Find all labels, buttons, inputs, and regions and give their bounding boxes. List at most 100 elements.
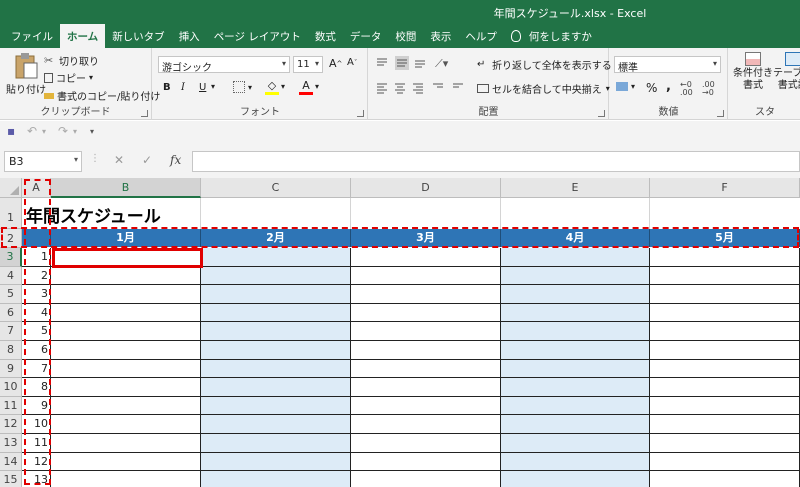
vertical-align-icons[interactable] — [375, 56, 435, 70]
cell-d8[interactable] — [351, 341, 501, 360]
enter-icon[interactable]: ✓ — [142, 153, 152, 167]
cell-d5[interactable] — [351, 285, 501, 304]
format-as-table-button[interactable]: テーブル 書式設 — [773, 52, 800, 92]
format-painter-button[interactable]: 書式のコピー/貼り付け — [44, 88, 160, 103]
cell-f12[interactable] — [650, 415, 800, 434]
column-header-b[interactable]: B — [51, 178, 201, 198]
comma-button[interactable]: , — [666, 79, 671, 94]
percent-button[interactable]: % — [646, 81, 657, 95]
cell-e7[interactable] — [501, 322, 650, 341]
insert-function-icon[interactable]: fx — [170, 153, 181, 167]
font-name-select[interactable]: 游ゴシック ▾ — [158, 56, 290, 74]
tab-new[interactable]: 新しいタブ — [105, 24, 172, 48]
increase-decimal-button[interactable]: ←0.00 — [680, 81, 693, 97]
cell-b4[interactable] — [51, 266, 201, 286]
selected-cell-b3[interactable] — [52, 248, 203, 268]
row-header-8[interactable]: 8 — [0, 341, 22, 360]
cell-c7[interactable] — [201, 322, 351, 341]
cell-c11[interactable] — [201, 396, 351, 416]
cell-b15[interactable] — [51, 471, 201, 487]
cell-f8[interactable] — [650, 341, 800, 360]
tab-view[interactable]: 表示 — [423, 24, 458, 48]
font-color-button[interactable]: A — [299, 79, 313, 95]
tell-me-search[interactable]: 何をしますか — [504, 24, 599, 48]
tab-data[interactable]: データ — [343, 24, 389, 48]
cancel-icon[interactable]: ✕ — [114, 153, 124, 167]
italic-button[interactable]: I — [181, 82, 185, 93]
copy-button[interactable]: コピー ▾ — [44, 70, 93, 85]
cell-c9[interactable] — [201, 359, 351, 379]
cell-e13[interactable] — [501, 434, 650, 453]
underline-dropdown-icon[interactable]: ▾ — [211, 82, 215, 91]
cell-c3[interactable] — [201, 248, 351, 267]
bold-button[interactable]: B — [163, 82, 171, 93]
currency-button[interactable]: ▾ — [616, 82, 635, 91]
cell-f13[interactable] — [650, 434, 800, 453]
cell-d15[interactable] — [351, 471, 501, 487]
font-launcher-icon[interactable] — [357, 110, 364, 117]
cell-d10[interactable] — [351, 378, 501, 397]
cell-c15[interactable] — [201, 471, 351, 487]
cell-b13[interactable] — [51, 434, 201, 453]
row-header-3[interactable]: 3 — [0, 248, 22, 267]
cell-d6[interactable] — [351, 303, 501, 323]
clipboard-launcher-icon[interactable] — [141, 110, 148, 117]
cell-c4[interactable] — [201, 266, 351, 286]
cell-b5[interactable] — [51, 285, 201, 304]
undo-dropdown-icon[interactable]: ▾ — [42, 127, 46, 136]
cell-c13[interactable] — [201, 434, 351, 453]
column-header-e[interactable]: E — [501, 178, 650, 198]
cell-e6[interactable] — [501, 303, 650, 323]
customize-qat-icon[interactable]: ▾ — [90, 127, 94, 136]
cell-b14[interactable] — [51, 452, 201, 472]
cell-d4[interactable] — [351, 266, 501, 286]
cell-e3[interactable] — [501, 248, 650, 267]
tab-insert[interactable]: 挿入 — [172, 24, 207, 48]
wrap-text-button[interactable]: ↵ 折り返して全体を表示する — [477, 57, 612, 73]
orientation-button[interactable]: ⟋▾ — [435, 57, 448, 71]
cell-b10[interactable] — [51, 378, 201, 397]
cell-f5[interactable] — [650, 285, 800, 304]
cell-d9[interactable] — [351, 359, 501, 379]
cell-b7[interactable] — [51, 322, 201, 341]
cell-f7[interactable] — [650, 322, 800, 341]
cell-c6[interactable] — [201, 303, 351, 323]
cell-f6[interactable] — [650, 303, 800, 323]
column-header-c[interactable]: C — [201, 178, 351, 198]
cell-e14[interactable] — [501, 452, 650, 472]
alignment-launcher-icon[interactable] — [598, 110, 605, 117]
decrease-decimal-button[interactable]: .00 →0 — [702, 81, 715, 97]
formula-input[interactable] — [192, 151, 800, 172]
cell-d11[interactable] — [351, 396, 501, 416]
tab-formulas[interactable]: 数式 — [308, 24, 343, 48]
cell-d3[interactable] — [351, 248, 501, 267]
cell-f11[interactable] — [650, 396, 800, 416]
cell-d14[interactable] — [351, 452, 501, 472]
cell-c12[interactable] — [201, 415, 351, 434]
tab-page-layout[interactable]: ページ レイアウト — [207, 24, 308, 48]
shrink-font-button[interactable]: Aˇ — [347, 57, 357, 68]
row-header-13[interactable]: 13 — [0, 434, 22, 453]
cell-e4[interactable] — [501, 266, 650, 286]
cell-b11[interactable] — [51, 396, 201, 416]
cell-b12[interactable] — [51, 415, 201, 434]
cell-e15[interactable] — [501, 471, 650, 487]
redo-icon[interactable]: ↷ — [58, 124, 68, 138]
font-color-dropdown-icon[interactable]: ▾ — [315, 82, 319, 91]
redo-dropdown-icon[interactable]: ▾ — [73, 127, 77, 136]
conditional-formatting-button[interactable]: 条件付き 書式 — [733, 52, 773, 92]
grow-font-button[interactable]: A ^ — [329, 57, 342, 70]
copy-dropdown-icon[interactable]: ▾ — [89, 73, 93, 82]
name-box[interactable]: B3 ▾ — [4, 151, 82, 172]
cell-c5[interactable] — [201, 285, 351, 304]
cell-c10[interactable] — [201, 378, 351, 397]
undo-icon[interactable]: ↶ — [27, 124, 37, 138]
column-header-f[interactable]: F — [650, 178, 800, 198]
row-header-7[interactable]: 7 — [0, 322, 22, 341]
number-launcher-icon[interactable] — [717, 110, 724, 117]
tab-review[interactable]: 校閲 — [388, 24, 423, 48]
tab-help[interactable]: ヘルプ — [458, 24, 504, 48]
cell-b6[interactable] — [51, 303, 201, 323]
row-header-10[interactable]: 10 — [0, 378, 22, 397]
fill-color-button[interactable]: ◇ — [265, 79, 279, 95]
